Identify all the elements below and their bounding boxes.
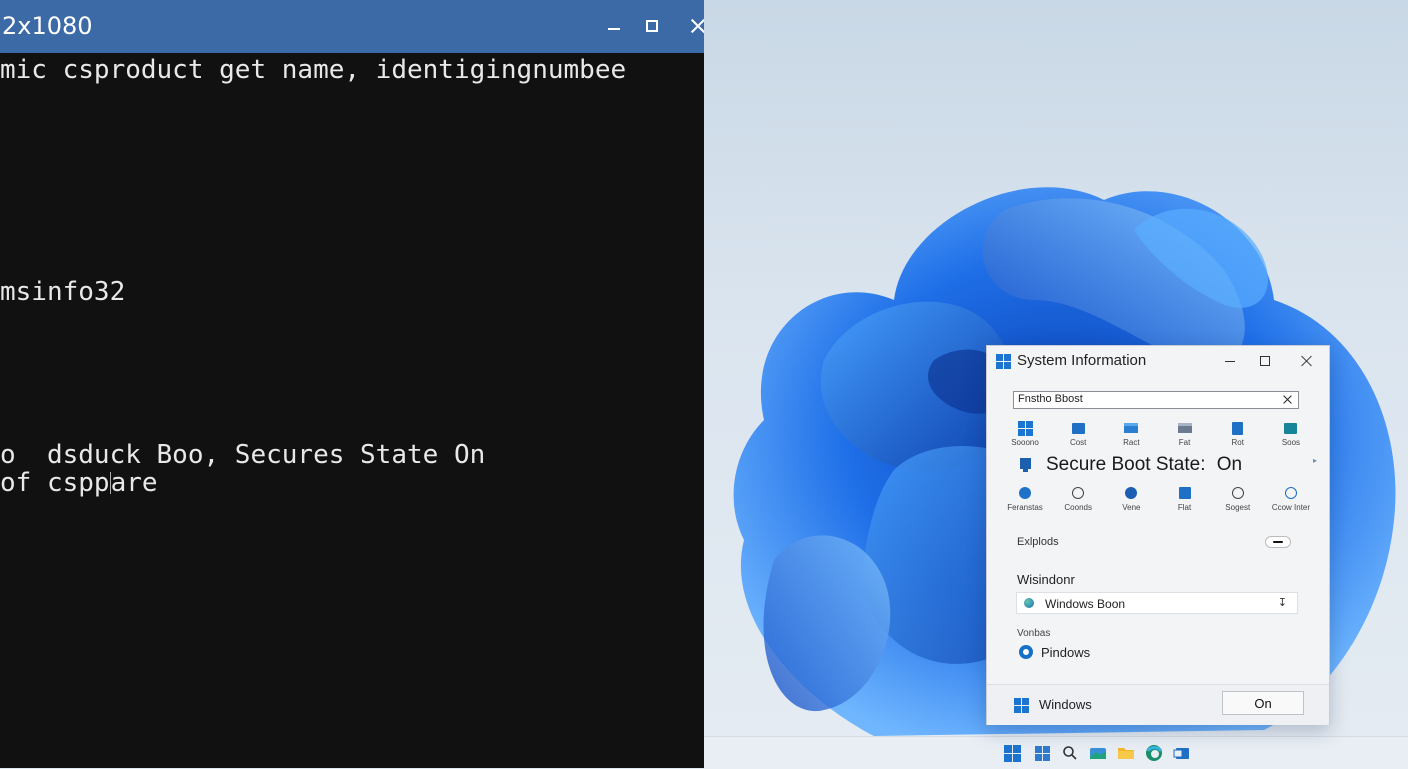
terminal-line-with-cursor: of csppare — [0, 468, 158, 498]
close-button[interactable] — [675, 10, 704, 42]
on-button[interactable]: On — [1222, 691, 1304, 715]
terminal-text: of cspp — [0, 468, 110, 498]
terminal-title: 2x1080 — [2, 12, 93, 40]
clear-search-icon[interactable] — [1282, 393, 1294, 407]
terminal-line: o dsduck Boo, Secures State On — [0, 440, 486, 470]
maximize-icon — [646, 20, 658, 32]
category-item[interactable]: Feranstas — [1003, 486, 1047, 512]
search-icon[interactable] — [1060, 743, 1080, 763]
category-label: Soos — [1281, 438, 1301, 447]
section-heading: Wisindonr — [1017, 572, 1075, 587]
file-explorer-icon[interactable] — [1116, 743, 1136, 763]
search-box[interactable] — [1013, 391, 1299, 409]
maximize-icon — [1260, 356, 1270, 366]
settings-icon — [1230, 486, 1246, 500]
category-label: Fat — [1178, 438, 1191, 447]
category-item[interactable]: Cost — [1056, 421, 1100, 447]
globe-icon — [1017, 486, 1033, 500]
category-label: Cost — [1069, 438, 1087, 447]
file-icon — [1230, 421, 1246, 435]
category-item[interactable]: Soos — [1269, 421, 1313, 447]
window-title: System Information — [1017, 352, 1147, 369]
terminal-text: are — [110, 468, 158, 498]
folder-icon — [1123, 421, 1139, 435]
sysinfo-minimize-button[interactable] — [1222, 353, 1238, 369]
windows-icon — [1017, 420, 1033, 436]
globe-icon — [1024, 598, 1034, 608]
category-label: Rot — [1231, 438, 1244, 447]
close-icon — [691, 19, 704, 33]
search-input[interactable] — [1018, 393, 1268, 405]
radio-label: Pindows — [1041, 645, 1091, 660]
terminal-window: 2x1080 mic csproduct get name, identigin… — [0, 0, 704, 768]
category-item[interactable]: Rot — [1216, 421, 1260, 447]
category-label: Feranstas — [1007, 503, 1043, 512]
system-information-window: System Information Sooono Cost Ract Fat … — [986, 345, 1330, 725]
category-item[interactable]: Flat — [1163, 486, 1207, 512]
terminal-line: msinfo32 — [0, 277, 126, 307]
refresh-icon — [1283, 486, 1299, 500]
category-label: Sogest — [1225, 503, 1251, 512]
secure-boot-value: On — [1216, 454, 1243, 475]
store-icon[interactable] — [1172, 743, 1192, 763]
shield-icon — [1123, 486, 1139, 500]
options-label: Vonbas — [1017, 628, 1051, 639]
category-item[interactable]: Fat — [1163, 421, 1207, 447]
monitor-icon — [1070, 421, 1086, 435]
category-label: Ract — [1123, 438, 1140, 447]
category-item[interactable]: Sooono — [1003, 420, 1047, 447]
category-item[interactable]: Ract — [1109, 421, 1153, 447]
secure-boot-status: Secure Boot State: On — [1046, 454, 1242, 476]
select-value: Windows Boon — [1045, 597, 1126, 611]
secure-boot-label: Secure Boot State: — [1046, 454, 1206, 475]
category-item[interactable]: Coonds — [1056, 486, 1100, 512]
photos-icon[interactable] — [1088, 743, 1108, 763]
category-item[interactable]: Vene — [1109, 486, 1153, 512]
category-item[interactable]: Sogest — [1216, 486, 1260, 512]
monitor-icon — [1283, 421, 1299, 435]
explore-label: Exlplods — [1017, 536, 1059, 548]
footer-label: Windows — [1039, 697, 1092, 712]
category-label: Coonds — [1064, 503, 1092, 512]
radio-button[interactable] — [1019, 645, 1033, 659]
file-icon — [1177, 486, 1193, 500]
toggle-switch[interactable] — [1265, 536, 1291, 548]
taskbar — [704, 736, 1408, 769]
sysinfo-close-button[interactable] — [1299, 353, 1315, 369]
category-label: Flat — [1177, 503, 1192, 512]
maximize-button[interactable] — [632, 10, 672, 42]
windows-logo-icon — [996, 354, 1011, 369]
start-icon[interactable] — [1002, 743, 1022, 763]
chevron-right-icon[interactable]: ▸ — [1313, 456, 1317, 465]
edge-icon[interactable] — [1144, 743, 1164, 763]
sysinfo-maximize-button[interactable] — [1257, 353, 1273, 369]
terminal-titlebar[interactable]: 2x1080 — [0, 0, 704, 53]
minimize-icon — [1225, 360, 1235, 362]
widgets-icon[interactable] — [1032, 743, 1052, 763]
mid-icon-row: Feranstas Coonds Vene Flat Sogest Ccow I… — [1003, 486, 1313, 512]
close-icon — [1301, 355, 1313, 367]
top-icon-row: Sooono Cost Ract Fat Rot Soos — [1003, 420, 1313, 447]
settings-icon — [1070, 486, 1086, 500]
category-item[interactable]: Ccow Inter — [1269, 486, 1313, 512]
minimize-button[interactable] — [594, 10, 634, 42]
sysinfo-titlebar[interactable]: System Information — [987, 346, 1329, 376]
category-label: Sooono — [1011, 438, 1039, 447]
minimize-icon — [608, 28, 620, 30]
sysinfo-footer: Windows On — [987, 684, 1329, 725]
windows-logo-icon — [1014, 698, 1029, 713]
windows-boot-select[interactable]: Windows Boon ↧ — [1016, 592, 1298, 614]
folder-icon — [1177, 421, 1193, 435]
terminal-line: mic csproduct get name, identigingnumbee — [0, 55, 627, 85]
monitor-icon — [1020, 458, 1031, 472]
category-label: Ccow Inter — [1271, 503, 1311, 512]
category-label: Vene — [1122, 503, 1141, 512]
download-icon[interactable]: ↧ — [1278, 596, 1287, 609]
